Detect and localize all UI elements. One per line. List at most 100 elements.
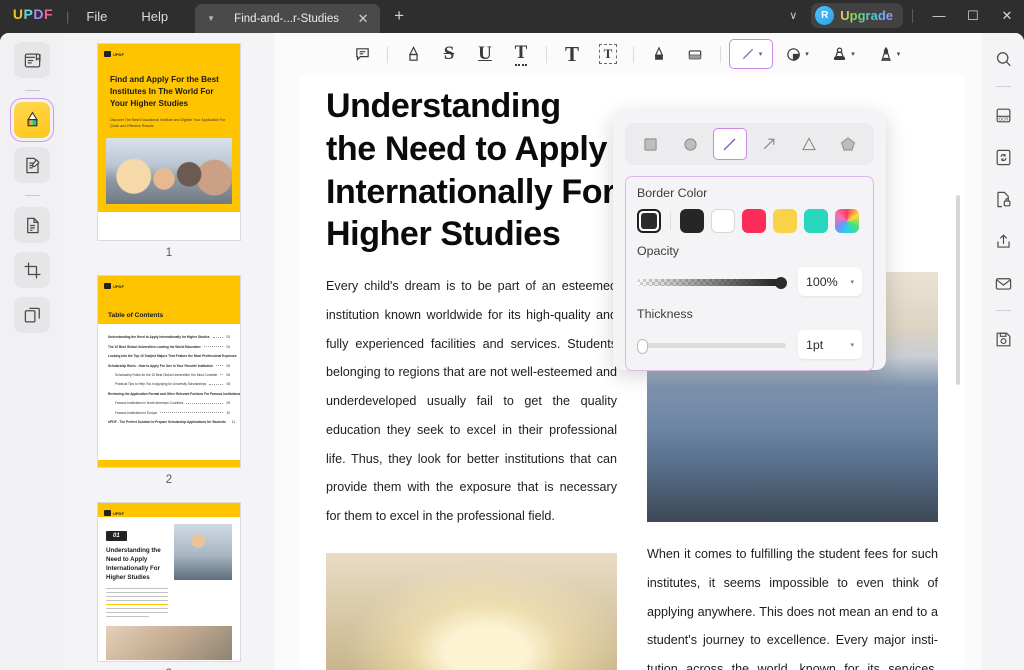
chevron-down-icon[interactable]: ▾ bbox=[897, 50, 901, 58]
email-icon[interactable] bbox=[988, 268, 1018, 298]
chevron-down-icon[interactable]: ▾ bbox=[850, 278, 854, 286]
chevron-down-icon[interactable]: ▾ bbox=[805, 50, 809, 58]
app-shell: UPDF Find and Apply For the Best Institu… bbox=[0, 33, 1024, 670]
document-tab[interactable]: ▼ Find-and-...r-Studies ✕ bbox=[195, 4, 381, 33]
thumb-toc-header: UPDF Table of Contents bbox=[98, 276, 240, 324]
text-icon[interactable]: T bbox=[555, 39, 589, 69]
thumbnail-item[interactable]: UPDF 01 Understanding the Need to Apply … bbox=[64, 502, 274, 670]
new-tab-button[interactable]: + bbox=[380, 6, 418, 33]
search-icon[interactable] bbox=[988, 44, 1018, 74]
eraser-icon[interactable] bbox=[678, 39, 712, 69]
shape-triangle[interactable] bbox=[792, 128, 826, 160]
upgrade-button[interactable]: R Upgrade bbox=[811, 3, 903, 28]
upgrade-label: Upgrade bbox=[840, 8, 893, 23]
sidebar-item-reader[interactable] bbox=[14, 42, 50, 78]
squiggly-underline-icon[interactable]: T bbox=[504, 39, 538, 69]
chevron-down-icon[interactable]: ▾ bbox=[851, 50, 855, 58]
share-icon[interactable] bbox=[988, 226, 1018, 256]
signature-icon[interactable]: ▾ bbox=[867, 39, 911, 69]
sidebar-item-crop[interactable] bbox=[14, 252, 50, 288]
tab-close-icon[interactable]: ✕ bbox=[354, 11, 372, 27]
thickness-select[interactable]: 1pt ▾ bbox=[798, 330, 862, 359]
page-thumbnail-panel[interactable]: UPDF Find and Apply For the Best Institu… bbox=[64, 33, 274, 670]
thumb-article-body bbox=[106, 587, 168, 618]
thumbnail-page-3[interactable]: UPDF 01 Understanding the Need to Apply … bbox=[97, 502, 241, 662]
opacity-slider[interactable] bbox=[637, 276, 787, 289]
swatch-yellow[interactable] bbox=[773, 209, 797, 233]
page-scrollbar[interactable] bbox=[956, 195, 960, 385]
sidebar-item-comment[interactable] bbox=[10, 98, 54, 142]
shape-square[interactable] bbox=[634, 128, 668, 160]
menu-file[interactable]: File bbox=[69, 9, 124, 33]
thumbnail-page-number: 2 bbox=[165, 474, 173, 486]
thumbnail-page-1[interactable]: UPDF Find and Apply For the Best Institu… bbox=[97, 43, 241, 241]
swatch-pink[interactable] bbox=[742, 209, 766, 233]
sidebar-item-organize-pages[interactable] bbox=[14, 297, 50, 333]
thumb-toc-title: Table of Contents bbox=[108, 312, 164, 319]
shape-properties-popup[interactable]: Border Color Opacity 100% ▾ Thickness 1p… bbox=[613, 111, 886, 371]
swatch-white[interactable] bbox=[711, 209, 735, 233]
highlight-icon[interactable] bbox=[396, 39, 430, 69]
thickness-value: 1pt bbox=[806, 337, 824, 352]
window-minimize-button[interactable]: — bbox=[922, 8, 956, 23]
swatch-divider bbox=[670, 212, 671, 230]
chevron-down-icon[interactable]: ▾ bbox=[850, 341, 854, 349]
thickness-track bbox=[637, 342, 786, 348]
swatch-black[interactable] bbox=[680, 209, 704, 233]
opacity-track bbox=[637, 278, 786, 286]
strikethrough-icon[interactable]: S bbox=[432, 39, 466, 69]
chevron-down-icon[interactable]: ∨ bbox=[775, 9, 811, 22]
menu-help[interactable]: Help bbox=[124, 9, 185, 33]
thickness-slider[interactable] bbox=[637, 338, 786, 354]
account-avatar: R bbox=[815, 6, 835, 25]
convert-icon[interactable] bbox=[988, 142, 1018, 172]
window-close-button[interactable]: ✕ bbox=[990, 8, 1024, 24]
pencil-icon[interactable] bbox=[642, 39, 676, 69]
opacity-slider-knob[interactable] bbox=[775, 276, 787, 289]
swatch-current[interactable] bbox=[637, 209, 661, 233]
toolbar-divider-3 bbox=[633, 45, 634, 63]
thumb-cover-subtitle: Discover The Best Educational Institute … bbox=[110, 117, 226, 128]
border-color-swatches[interactable] bbox=[637, 209, 862, 233]
protect-icon[interactable] bbox=[988, 184, 1018, 214]
chevron-down-icon[interactable]: ▾ bbox=[759, 50, 763, 58]
right-tool-rail: OCR bbox=[982, 33, 1024, 670]
border-color-label: Border Color bbox=[637, 186, 708, 200]
thumb-article-photo bbox=[174, 524, 232, 580]
stamp-icon[interactable]: ▾ bbox=[821, 39, 865, 69]
sticky-note-icon[interactable] bbox=[345, 39, 379, 69]
rail-divider-2 bbox=[24, 195, 40, 196]
text-box-icon[interactable]: T bbox=[591, 39, 625, 69]
shape-selector-row[interactable] bbox=[625, 123, 874, 165]
sidebar-item-edit-pdf[interactable] bbox=[14, 147, 50, 183]
window-maximize-button[interactable]: ☐ bbox=[956, 8, 990, 24]
ocr-icon[interactable]: OCR bbox=[988, 100, 1018, 130]
toolbar-divider-4 bbox=[720, 45, 721, 63]
body-paragraph-left: Every child's dream is to be part of an … bbox=[326, 279, 617, 523]
swatch-teal[interactable] bbox=[804, 209, 828, 233]
rrail-divider-2 bbox=[995, 310, 1011, 311]
underline-icon[interactable]: U bbox=[468, 39, 502, 69]
shape-fill-icon[interactable]: ▾ bbox=[775, 39, 819, 69]
thumb-article-photo-2 bbox=[106, 625, 232, 660]
thumb-toc-list: Understanding the Need to Apply Internat… bbox=[108, 335, 241, 424]
thickness-slider-knob[interactable] bbox=[637, 338, 648, 354]
thumb-brand-logo: UPDF bbox=[104, 51, 124, 57]
window-controls-divider bbox=[912, 8, 913, 23]
thumbnail-item[interactable]: UPDF Find and Apply For the Best Institu… bbox=[64, 43, 274, 275]
shape-properties-box: Border Color Opacity 100% ▾ Thickness 1p… bbox=[625, 176, 874, 371]
save-icon[interactable] bbox=[988, 324, 1018, 354]
opacity-select[interactable]: 100% ▾ bbox=[798, 267, 862, 296]
shape-arrow[interactable] bbox=[752, 128, 786, 160]
thumbnail-item[interactable]: UPDF Table of Contents Understanding the… bbox=[64, 275, 274, 502]
swatch-rainbow[interactable] bbox=[835, 209, 859, 233]
shape-circle[interactable] bbox=[673, 128, 707, 160]
tab-dropdown-caret-icon[interactable]: ▼ bbox=[203, 14, 219, 23]
opacity-value: 100% bbox=[806, 274, 838, 289]
thickness-label: Thickness bbox=[637, 307, 693, 321]
thumbnail-page-2[interactable]: UPDF Table of Contents Understanding the… bbox=[97, 275, 241, 468]
sidebar-item-page-tools[interactable] bbox=[14, 207, 50, 243]
shape-line-icon[interactable]: ▾ bbox=[729, 39, 773, 69]
shape-pentagon[interactable] bbox=[831, 128, 865, 160]
shape-line[interactable] bbox=[712, 128, 747, 160]
